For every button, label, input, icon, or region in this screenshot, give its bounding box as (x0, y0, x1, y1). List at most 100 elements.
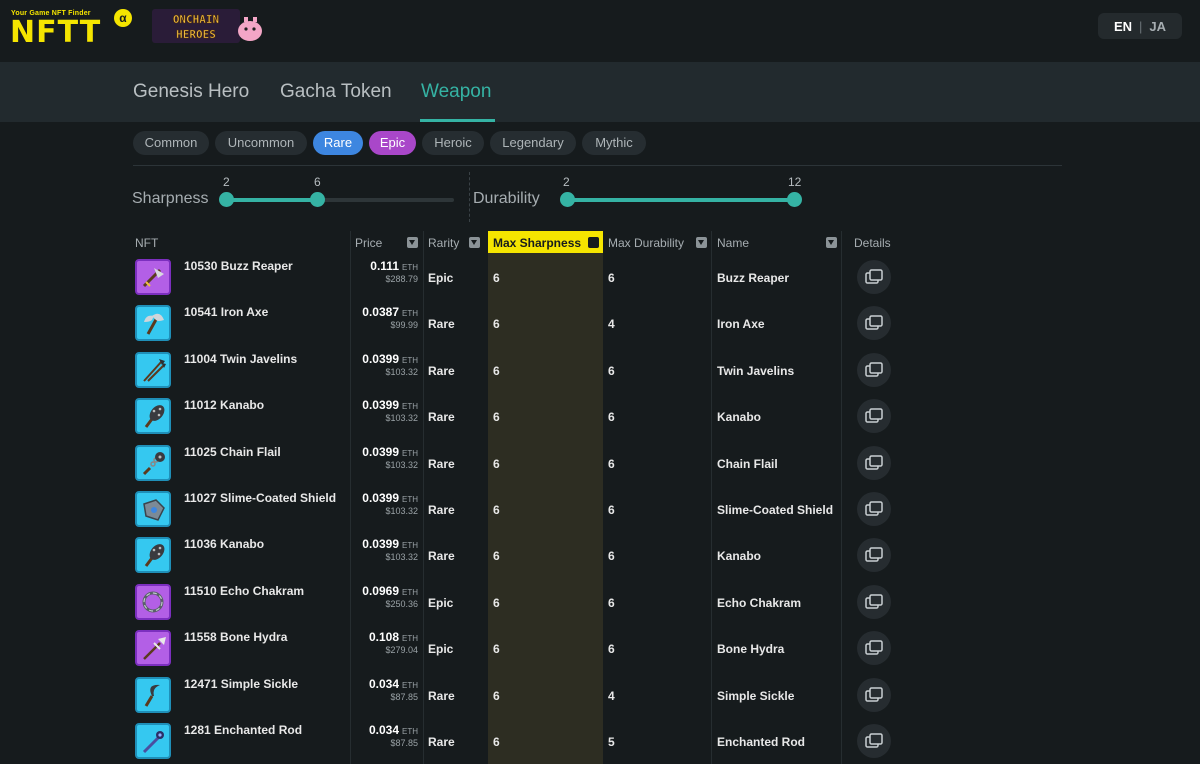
nft-title[interactable]: 11558 Bone Hydra (184, 630, 287, 644)
rarity-chip-epic[interactable]: Epic (369, 131, 416, 155)
max-sharpness-sort-icon[interactable] (588, 237, 599, 248)
details-button[interactable] (857, 538, 891, 572)
nft-title[interactable]: 11027 Slime-Coated Shield (184, 491, 336, 505)
table-row[interactable]: 11558 Bone Hydra 0.108 ETH $279.04 Epic 6 6 Bon… (0, 625, 1200, 671)
onchain-heroes-logo[interactable]: ONCHAIN HEROES (152, 9, 264, 43)
rarity-chip-common[interactable]: Common (133, 131, 209, 155)
sharpness-min-handle[interactable] (219, 192, 234, 207)
table-row[interactable]: 11025 Chain Flail 0.0399 ETH $103.32 Rare 6 6 C… (0, 440, 1200, 486)
price-eth: 0.111 ETH (352, 259, 418, 273)
price-eth: 0.034 ETH (352, 723, 418, 737)
max-sharpness-value: 6 (493, 642, 500, 656)
name-value: Enchanted Rod (717, 735, 806, 749)
header-rarity[interactable]: Rarity (428, 236, 459, 250)
nft-thumbnail[interactable] (135, 584, 171, 620)
max-durability-sort-icon[interactable] (696, 237, 707, 248)
name-value: Iron Axe (717, 317, 765, 331)
price-eth-value: 0.111 (370, 259, 399, 273)
price-usd: $250.36 (385, 599, 418, 609)
svg-text:HEROES: HEROES (176, 28, 216, 41)
nft-title[interactable]: 1281 Enchanted Rod (184, 723, 302, 737)
nft-thumbnail[interactable] (135, 352, 171, 388)
open-details-icon (865, 687, 883, 702)
nft-title[interactable]: 10541 Iron Axe (184, 305, 268, 319)
max-sharpness-value: 6 (493, 410, 500, 424)
details-button[interactable] (857, 724, 891, 758)
header-max-sharpness[interactable]: Max Sharpness (493, 236, 581, 250)
nft-thumbnail[interactable] (135, 305, 171, 341)
table-row[interactable]: 11004 Twin Javelins 0.0399 ETH $103.32 Rare 6… (0, 347, 1200, 393)
details-button[interactable] (857, 306, 891, 340)
rarity-chip-mythic[interactable]: Mythic (582, 131, 646, 155)
lang-ja-button[interactable]: JA (1149, 19, 1166, 34)
table-row[interactable]: 11510 Echo Chakram 0.0969 ETH $250.36 Epic 6 6… (0, 579, 1200, 625)
details-button[interactable] (857, 353, 891, 387)
name-sort-icon[interactable] (826, 237, 837, 248)
header-details: Details (854, 236, 891, 250)
durability-min-handle[interactable] (560, 192, 575, 207)
price-eth-value: 0.0399 (362, 398, 399, 412)
price-usd: $103.32 (385, 413, 418, 423)
rarity-value: Rare (428, 317, 455, 331)
details-button[interactable] (857, 492, 891, 526)
tab-weapon[interactable]: Weapon (421, 80, 491, 104)
nft-title[interactable]: 11004 Twin Javelins (184, 352, 297, 366)
rarity-chip-rare[interactable]: Rare (313, 131, 363, 155)
table-row[interactable]: 11027 Slime-Coated Shield 0.0399 ETH $103.3… (0, 486, 1200, 532)
nft-thumbnail[interactable] (135, 630, 171, 666)
nft-title[interactable]: 11036 Kanabo (184, 537, 264, 551)
slider-separator (469, 172, 470, 222)
details-button[interactable] (857, 678, 891, 712)
eth-unit: ETH (402, 541, 418, 550)
table-row[interactable]: 11012 Kanabo 0.0399 ETH $103.32 Rare 6 6 Kanabo (0, 393, 1200, 439)
nft-thumbnail[interactable] (135, 491, 171, 527)
nftt-logo[interactable]: Your Game NFT Finder NFTT α (10, 8, 132, 49)
nft-thumbnail[interactable] (135, 398, 171, 434)
eth-unit: ETH (402, 495, 418, 504)
rarity-chip-legendary[interactable]: Legendary (490, 131, 576, 155)
details-button[interactable] (857, 585, 891, 619)
table-row[interactable]: 12471 Simple Sickle 0.034 ETH $87.85 Rare 6 4 S… (0, 672, 1200, 718)
rarity-value: Rare (428, 689, 455, 703)
nft-thumbnail[interactable] (135, 537, 171, 573)
table-row[interactable]: 10541 Iron Axe 0.0387 ETH $99.99 Rare 6 4 Iron … (0, 300, 1200, 346)
rarity-chip-heroic[interactable]: Heroic (422, 131, 484, 155)
rarity-chip-uncommon[interactable]: Uncommon (215, 131, 307, 155)
nft-title[interactable]: 10530 Buzz Reaper (184, 259, 293, 273)
nft-title[interactable]: 12471 Simple Sickle (184, 677, 298, 691)
table-row[interactable]: 10530 Buzz Reaper 0.111 ETH $288.79 Epic 6 6 Bu… (0, 254, 1200, 300)
table-row[interactable]: 11036 Kanabo 0.0399 ETH $103.32 Rare 6 6 Kanabo (0, 532, 1200, 578)
header-max-durability[interactable]: Max Durability (608, 236, 684, 250)
name-value: Kanabo (717, 410, 762, 424)
sharpness-max-handle[interactable] (310, 192, 325, 207)
header-price[interactable]: Price (355, 236, 382, 250)
details-button[interactable] (857, 399, 891, 433)
table-row[interactable]: 1281 Enchanted Rod 0.034 ETH $87.85 Rare 6 5 En… (0, 718, 1200, 764)
durability-max-handle[interactable] (787, 192, 802, 207)
max-sharpness-value: 6 (493, 596, 500, 610)
nft-thumbnail[interactable] (135, 259, 171, 295)
rod-icon (142, 731, 164, 754)
tab-genesis-hero[interactable]: Genesis Hero (133, 80, 249, 104)
price-sort-icon[interactable] (407, 237, 418, 248)
nft-title[interactable]: 11025 Chain Flail (184, 445, 281, 459)
nft-thumbnail[interactable] (135, 723, 171, 759)
nft-title[interactable]: 11012 Kanabo (184, 398, 264, 412)
header-name[interactable]: Name (717, 236, 749, 250)
nft-thumbnail[interactable] (135, 445, 171, 481)
open-details-icon (865, 733, 883, 748)
max-durability-value: 6 (608, 410, 615, 424)
durability-slider-range[interactable] (567, 198, 795, 202)
nft-thumbnail[interactable] (135, 677, 171, 713)
open-details-icon (865, 547, 883, 562)
price-eth-value: 0.0399 (362, 445, 399, 459)
open-details-icon (865, 408, 883, 423)
nft-title[interactable]: 11510 Echo Chakram (184, 584, 304, 598)
tab-gacha-token[interactable]: Gacha Token (280, 80, 392, 104)
open-details-icon (865, 362, 883, 377)
details-button[interactable] (857, 260, 891, 294)
details-button[interactable] (857, 446, 891, 480)
lang-en-button[interactable]: EN (1114, 19, 1132, 34)
rarity-sort-icon[interactable] (469, 237, 480, 248)
details-button[interactable] (857, 631, 891, 665)
